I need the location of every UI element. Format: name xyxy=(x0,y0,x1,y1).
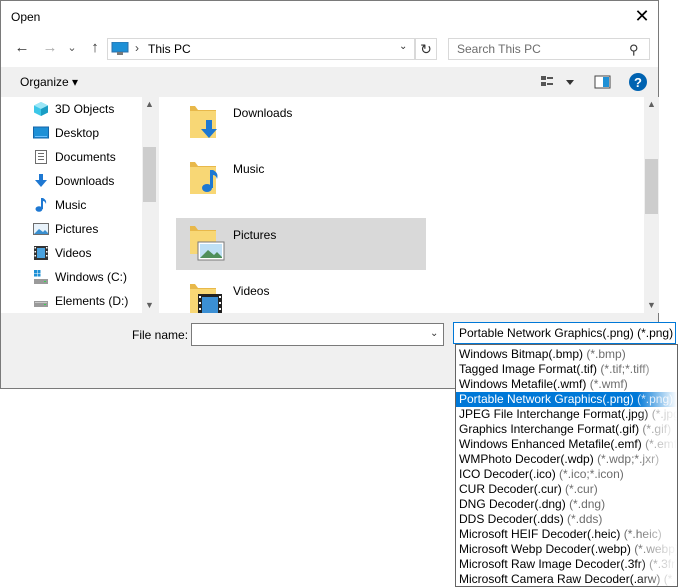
file-type-option[interactable]: JPEG File Interchange Format(.jpg) (*.jp… xyxy=(456,407,677,422)
sidebar-item-label: Desktop xyxy=(55,126,100,140)
chevron-down-icon[interactable]: ⌄ xyxy=(430,328,438,339)
scroll-up-arrow-icon[interactable]: ▲ xyxy=(643,99,660,109)
cube-icon xyxy=(34,102,48,116)
file-name-input[interactable]: ⌄ xyxy=(191,323,444,346)
svg-text:?: ? xyxy=(634,75,642,90)
file-type-option[interactable]: Windows Metafile(.wmf) (*.wmf) xyxy=(456,377,677,392)
search-icon[interactable]: ⚲ xyxy=(629,42,639,58)
address-dropdown-icon[interactable]: ⌄ xyxy=(399,41,407,52)
music-folder-icon xyxy=(190,162,218,194)
sidebar-item-videos[interactable]: Videos xyxy=(33,242,145,264)
navigation-bar: ← → ⌄ ↑ › This PC ⌄ ↻ ⚲ xyxy=(1,32,658,67)
sidebar-scroll-thumb[interactable] xyxy=(143,147,156,202)
file-name-label: File name: xyxy=(132,328,189,342)
this-pc-icon xyxy=(111,42,129,55)
sidebar-item-3d-objects[interactable]: 3D Objects xyxy=(33,98,145,120)
title-bar: Open ✕ xyxy=(1,1,658,32)
address-bar[interactable]: › This PC ⌄ xyxy=(107,38,415,60)
file-type-option[interactable]: Microsoft HEIF Decoder(.heic) (*.heic) xyxy=(456,527,677,542)
windows-drive-icon xyxy=(34,270,48,284)
sidebar-item-pictures[interactable]: Pictures xyxy=(33,218,145,240)
sidebar-item-label: Music xyxy=(55,198,87,212)
file-type-option[interactable]: Tagged Image Format(.tif) (*.tif;*.tiff) xyxy=(456,362,677,377)
file-type-option[interactable]: ICO Decoder(.ico) (*.ico;*.icon) xyxy=(456,467,677,482)
scroll-down-arrow-icon[interactable]: ▼ xyxy=(141,300,158,310)
documents-icon xyxy=(35,150,47,164)
sidebar-item-label: Downloads xyxy=(55,174,115,188)
videos-folder-icon xyxy=(190,284,222,313)
file-type-selected-label: Portable Network Graphics(.png) (*.png) xyxy=(459,326,674,340)
desktop-icon xyxy=(33,126,49,139)
up-button[interactable]: ↑ xyxy=(85,38,105,58)
sidebar-item-windows-c[interactable]: Windows (C:) xyxy=(33,266,145,288)
sidebar-item-documents[interactable]: Documents xyxy=(33,146,145,168)
file-type-option[interactable]: CUR Decoder(.cur) (*.cur) xyxy=(456,482,677,497)
back-button[interactable]: ← xyxy=(12,38,32,58)
file-type-option[interactable]: Windows Bitmap(.bmp) (*.bmp) xyxy=(456,347,677,362)
refresh-button[interactable]: ↻ xyxy=(415,38,437,60)
file-type-option-selected[interactable]: Portable Network Graphics(.png) (*.png) xyxy=(456,392,677,407)
scroll-down-arrow-icon[interactable]: ▼ xyxy=(643,300,660,310)
sidebar-item-label: Videos xyxy=(55,246,92,260)
sidebar-item-label: Pictures xyxy=(55,222,99,236)
file-type-dropdown: Windows Bitmap(.bmp) (*.bmp) Tagged Imag… xyxy=(455,344,678,587)
file-type-option[interactable]: DDS Decoder(.dds) (*.dds) xyxy=(456,512,677,527)
pictures-icon xyxy=(33,223,49,235)
command-bar: Organize ▾ ? xyxy=(1,67,658,97)
search-input[interactable] xyxy=(449,39,627,59)
scroll-up-arrow-icon[interactable]: ▲ xyxy=(141,99,158,109)
music-icon xyxy=(35,198,47,212)
sidebar-item-label: 3D Objects xyxy=(55,102,115,116)
organize-button[interactable]: Organize ▾ xyxy=(20,75,78,89)
folder-label: Pictures xyxy=(233,228,277,242)
folder-label: Music xyxy=(233,162,265,176)
file-type-select[interactable]: Portable Network Graphics(.png) (*.png) xyxy=(453,322,676,344)
file-type-option[interactable]: DNG Decoder(.dng) (*.dng) xyxy=(456,497,677,512)
file-type-option[interactable]: Microsoft Camera Raw Decoder(.arw) (*.ar… xyxy=(456,572,677,586)
videos-icon xyxy=(34,246,48,260)
recent-locations-button[interactable]: ⌄ xyxy=(65,38,79,58)
file-type-option[interactable]: Microsoft Raw Image Decoder(.3fr) (*.3fr… xyxy=(456,557,677,572)
sidebar-item-label: Documents xyxy=(55,150,116,164)
folder-item-pictures[interactable]: Pictures xyxy=(176,218,426,270)
preview-pane-icon[interactable] xyxy=(594,73,612,91)
file-type-option[interactable]: Windows Enhanced Metafile(.emf) (*.emf) xyxy=(456,437,677,452)
file-list-scrollbar[interactable]: ▲ ▼ xyxy=(644,97,659,313)
sidebar-item-label: Windows (C:) xyxy=(55,270,128,284)
file-type-option[interactable]: WMPhoto Decoder(.wdp) (*.wdp;*.jxr) xyxy=(456,452,677,467)
sidebar-scrollbar[interactable]: ▲ ▼ xyxy=(142,97,157,313)
address-text: This PC xyxy=(148,42,191,56)
forward-button[interactable]: → xyxy=(40,38,60,58)
sidebar-item-music[interactable]: Music xyxy=(33,194,145,216)
sidebar-item-label: Elements (D:) xyxy=(55,294,129,308)
sidebar-item-downloads[interactable]: Downloads xyxy=(33,170,145,192)
downloads-icon xyxy=(35,174,47,187)
file-list: Downloads Music Pictures Videos xyxy=(159,97,644,313)
close-button[interactable]: ✕ xyxy=(627,3,657,31)
sidebar-item-elements-d[interactable]: Elements (D:) xyxy=(33,290,145,312)
folder-item-videos[interactable]: Videos xyxy=(176,274,426,313)
sidebar-item-desktop[interactable]: Desktop xyxy=(33,122,145,144)
help-icon[interactable]: ? xyxy=(628,72,648,92)
change-view-icon[interactable] xyxy=(539,73,579,91)
window-title: Open xyxy=(11,10,41,24)
drive-icon xyxy=(34,301,48,307)
file-list-scroll-thumb[interactable] xyxy=(645,159,658,214)
folder-item-music[interactable]: Music xyxy=(176,152,426,204)
folder-item-downloads[interactable]: Downloads xyxy=(176,97,426,148)
downloads-folder-icon xyxy=(190,106,217,138)
breadcrumb-chevron-icon: › xyxy=(135,41,139,55)
navigation-pane: 3D Objects Desktop Documents Downloads M… xyxy=(1,97,157,313)
pictures-folder-icon xyxy=(190,226,225,261)
search-box[interactable]: ⚲ xyxy=(448,38,650,60)
file-type-option[interactable]: Microsoft Webp Decoder(.webp) (*.webp) xyxy=(456,542,677,557)
folder-label: Downloads xyxy=(233,106,293,120)
folder-label: Videos xyxy=(233,284,270,298)
file-type-option[interactable]: Graphics Interchange Format(.gif) (*.gif… xyxy=(456,422,677,437)
